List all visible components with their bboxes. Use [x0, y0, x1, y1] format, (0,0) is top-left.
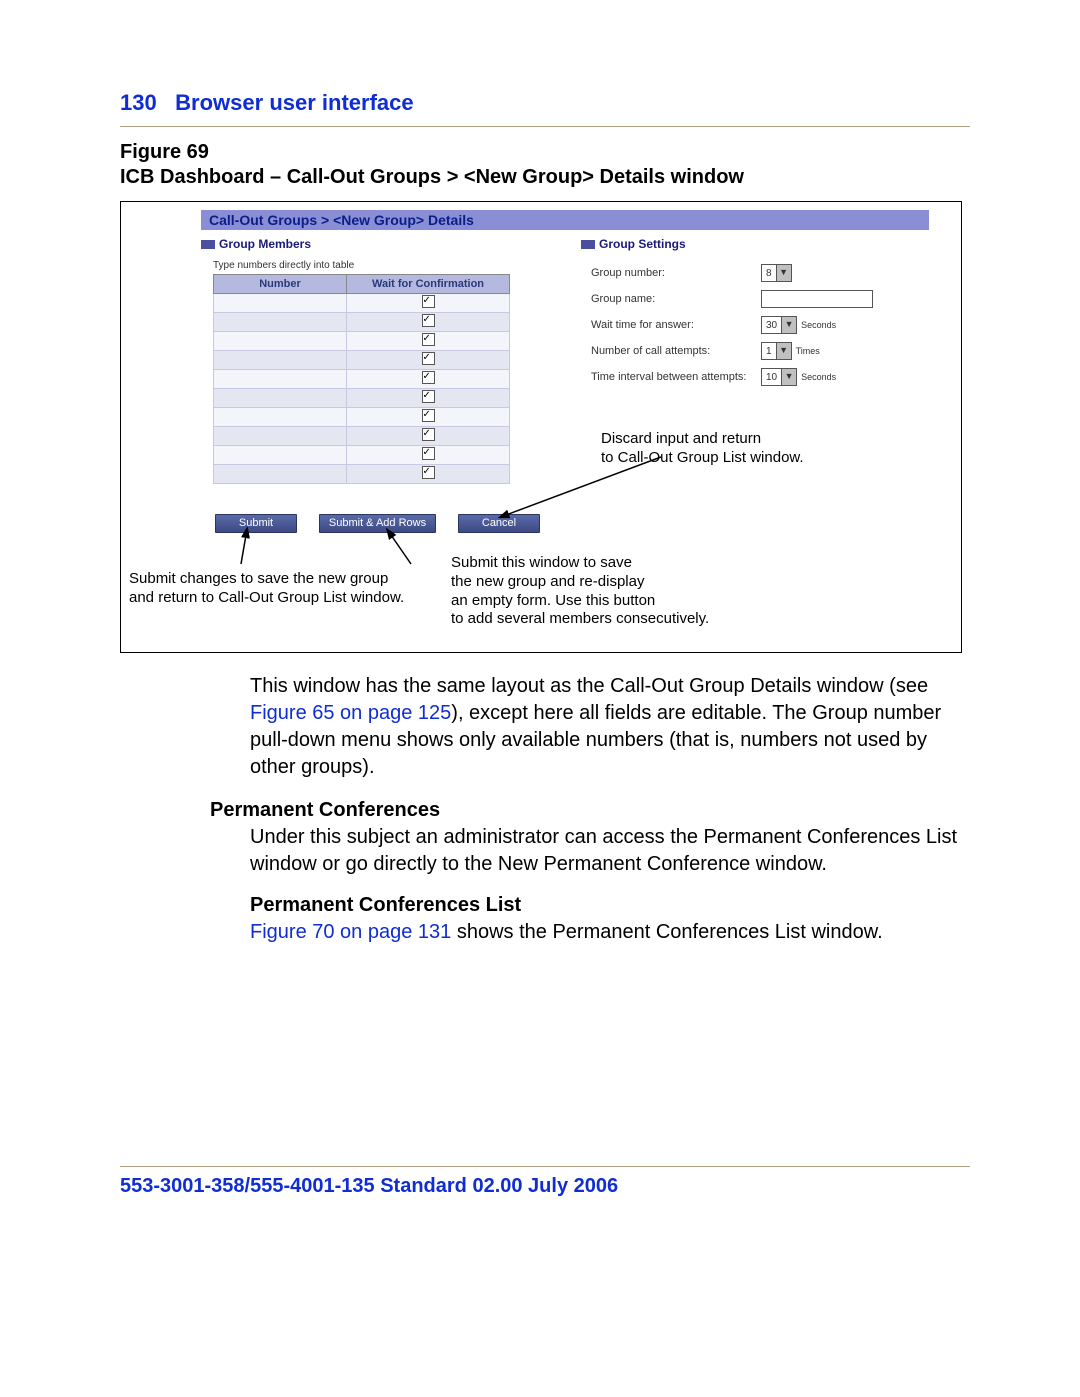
number-cell[interactable]	[214, 294, 347, 313]
figure-title: ICB Dashboard – Call-Out Groups > <New G…	[120, 166, 970, 189]
members-table: Number Wait for Confirmation	[213, 274, 510, 484]
wait-confirmation-cell	[347, 408, 510, 427]
wait-confirmation-cell	[347, 351, 510, 370]
checkbox-icon[interactable]	[422, 447, 435, 460]
group-settings-panel: Group number: 8▼ Group name: Wait time f…	[591, 264, 873, 394]
cancel-button[interactable]: Cancel	[458, 514, 540, 533]
wait-time-select[interactable]: 30▼	[761, 316, 797, 334]
footer-text: 553-3001-358/555-4001-135 Standard 02.00…	[120, 1175, 970, 1198]
xref-figure-70[interactable]: Figure 70 on page 131	[250, 921, 451, 943]
wait-confirmation-cell	[347, 370, 510, 389]
wait-time-unit: Seconds	[801, 320, 836, 330]
wait-confirmation-cell	[347, 313, 510, 332]
number-cell[interactable]	[214, 332, 347, 351]
table-row	[214, 332, 510, 351]
table-row	[214, 370, 510, 389]
wait-confirmation-cell	[347, 332, 510, 351]
group-number-label: Group number:	[591, 267, 761, 279]
group-number-select[interactable]: 8▼	[761, 264, 792, 282]
submit-add-rows-button[interactable]: Submit & Add Rows	[319, 514, 436, 533]
col-wait-header: Wait for Confirmation	[347, 275, 510, 294]
table-row	[214, 294, 510, 313]
group-settings-heading: Group Settings	[581, 237, 686, 251]
header-title[interactable]: Browser user interface	[175, 90, 413, 115]
figure-screenshot: Call-Out Groups > <New Group> Details Gr…	[120, 201, 962, 653]
addrows-annotation: Submit this window to save the new group…	[451, 554, 709, 629]
table-row	[214, 351, 510, 370]
table-row	[214, 313, 510, 332]
number-cell[interactable]	[214, 389, 347, 408]
type-hint: Type numbers directly into table	[213, 260, 354, 271]
group-members-heading: Group Members	[201, 237, 311, 251]
page-header: 130 Browser user interface	[120, 90, 970, 116]
body-paragraph-2: Under this subject an administrator can …	[120, 824, 970, 878]
checkbox-icon[interactable]	[422, 428, 435, 441]
attempts-label: Number of call attempts:	[591, 345, 761, 357]
number-cell[interactable]	[214, 313, 347, 332]
checkbox-icon[interactable]	[422, 466, 435, 479]
wait-time-label: Wait time for answer:	[591, 319, 761, 331]
subhead-permanent-conferences: Permanent Conferences	[120, 799, 970, 822]
number-cell[interactable]	[214, 408, 347, 427]
number-cell[interactable]	[214, 446, 347, 465]
wait-confirmation-cell	[347, 389, 510, 408]
checkbox-icon[interactable]	[422, 333, 435, 346]
wait-confirmation-cell	[347, 465, 510, 484]
wait-confirmation-cell	[347, 294, 510, 313]
cancel-annotation: Discard input and return to Call-Out Gro…	[601, 430, 804, 468]
number-cell[interactable]	[214, 427, 347, 446]
checkbox-icon[interactable]	[422, 409, 435, 422]
submit-button[interactable]: Submit	[215, 514, 297, 533]
number-cell[interactable]	[214, 370, 347, 389]
body-paragraph-3: Figure 70 on page 131 shows the Permanen…	[120, 919, 970, 946]
checkbox-icon[interactable]	[422, 352, 435, 365]
wait-confirmation-cell	[347, 446, 510, 465]
page-number: 130	[120, 90, 157, 115]
interval-select[interactable]: 10▼	[761, 368, 797, 386]
attempts-select[interactable]: 1▼	[761, 342, 792, 360]
chevron-down-icon: ▼	[781, 317, 796, 333]
table-row	[214, 465, 510, 484]
figure-label: Figure 69	[120, 141, 970, 164]
group-name-label: Group name:	[591, 293, 761, 305]
wait-confirmation-cell	[347, 427, 510, 446]
group-name-input[interactable]	[761, 290, 873, 308]
number-cell[interactable]	[214, 465, 347, 484]
xref-figure-65[interactable]: Figure 65 on page 125	[250, 702, 451, 724]
chevron-down-icon: ▼	[776, 265, 791, 281]
chevron-down-icon: ▼	[781, 369, 796, 385]
table-row	[214, 408, 510, 427]
table-row	[214, 389, 510, 408]
interval-label: Time interval between attempts:	[591, 371, 761, 383]
subhead-permanent-conferences-list: Permanent Conferences List	[120, 894, 970, 917]
table-row	[214, 446, 510, 465]
section-marker-icon	[201, 240, 215, 249]
chevron-down-icon: ▼	[776, 343, 791, 359]
body-paragraph-1: This window has the same layout as the C…	[120, 673, 970, 781]
breadcrumb: Call-Out Groups > <New Group> Details	[201, 210, 929, 230]
col-number-header: Number	[214, 275, 347, 294]
interval-unit: Seconds	[801, 372, 836, 382]
footer-rule	[120, 1166, 970, 1167]
submit-annotation: Submit changes to save the new group and…	[129, 570, 404, 608]
checkbox-icon[interactable]	[422, 371, 435, 384]
checkbox-icon[interactable]	[422, 295, 435, 308]
table-row	[214, 427, 510, 446]
checkbox-icon[interactable]	[422, 314, 435, 327]
number-cell[interactable]	[214, 351, 347, 370]
checkbox-icon[interactable]	[422, 390, 435, 403]
attempts-unit: Times	[796, 346, 820, 356]
section-marker-icon	[581, 240, 595, 249]
header-rule	[120, 126, 970, 127]
